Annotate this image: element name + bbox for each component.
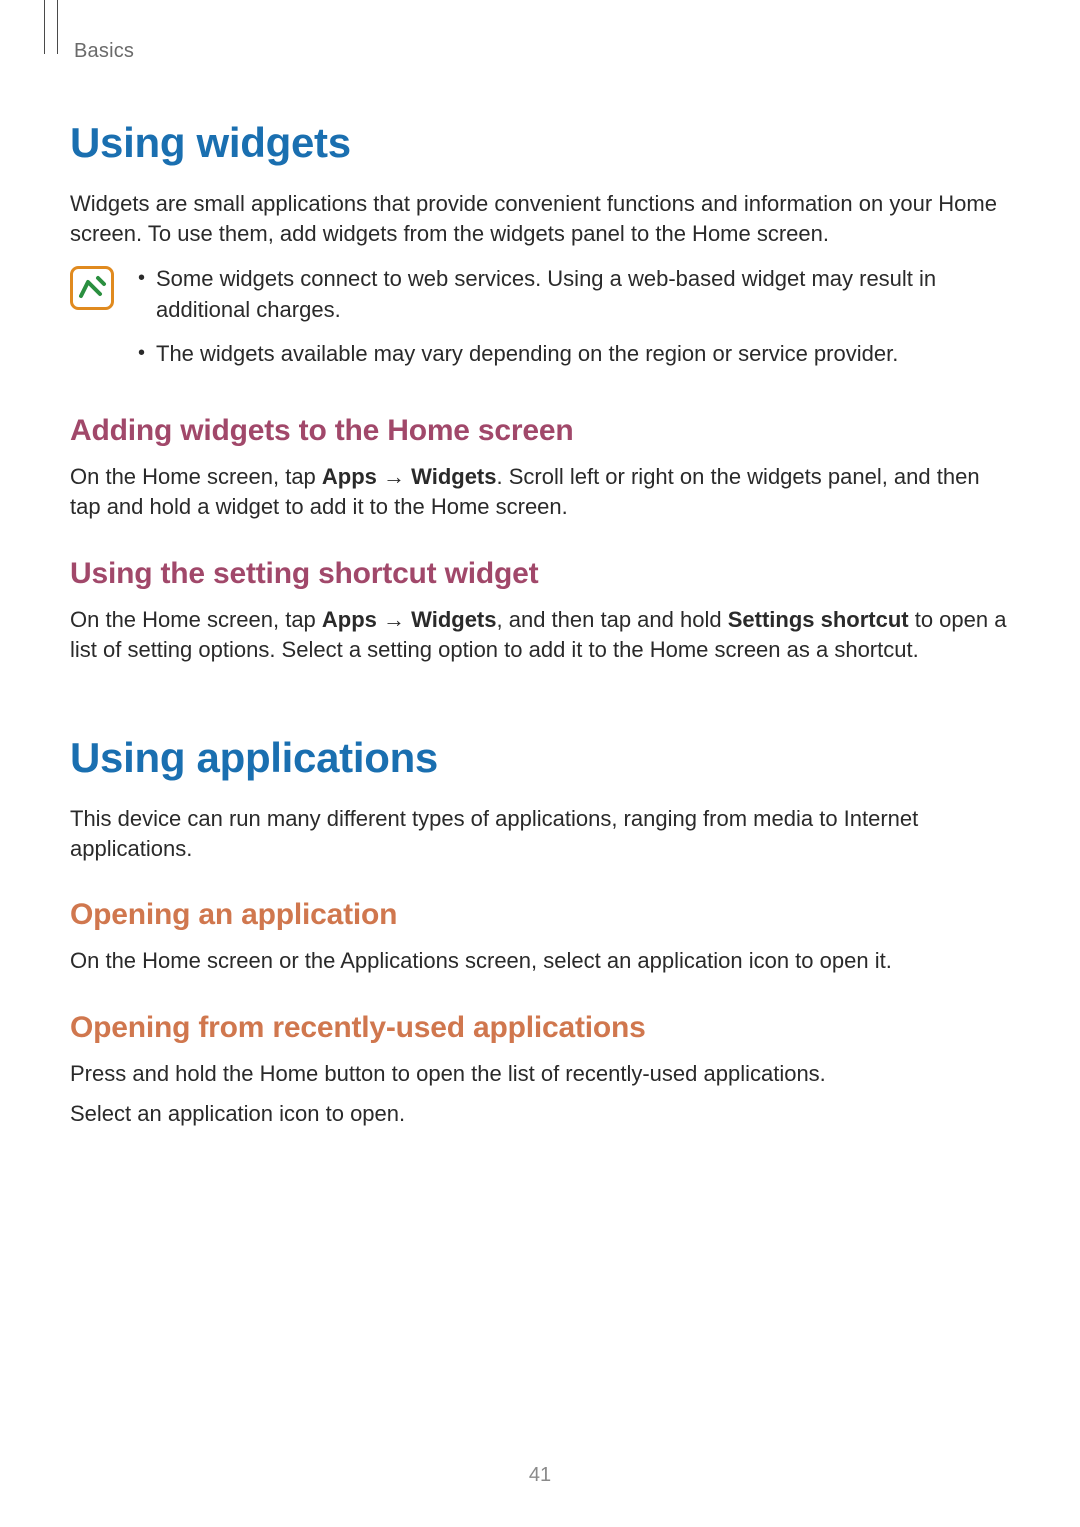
text-bold-settings-shortcut: Settings shortcut	[728, 607, 909, 632]
paragraph-opening-recent-1: Press and hold the Home button to open t…	[70, 1059, 1010, 1089]
paragraph-apps-intro: This device can run many different types…	[70, 804, 1010, 865]
heading-using-applications: Using applications	[70, 734, 1010, 782]
margin-tab-mark	[44, 0, 58, 54]
running-header: Basics	[74, 40, 1010, 63]
paragraph-setting-shortcut: On the Home screen, tap Apps → Widgets, …	[70, 605, 1010, 666]
arrow-icon: →	[377, 464, 411, 489]
heading-opening-application: Opening an application	[70, 898, 1010, 932]
heading-opening-recent: Opening from recently-used applications	[70, 1011, 1010, 1045]
paragraph-opening-application: On the Home screen or the Applications s…	[70, 946, 1010, 976]
arrow-icon: →	[377, 607, 411, 632]
note-item: The widgets available may vary depending…	[134, 339, 1010, 370]
note-block: Some widgets connect to web services. Us…	[70, 264, 1010, 384]
document-page: Basics Using widgets Widgets are small a…	[0, 0, 1080, 1527]
heading-setting-shortcut: Using the setting shortcut widget	[70, 557, 1010, 591]
note-icon	[70, 266, 114, 310]
text-fragment: , and then tap and hold	[497, 607, 728, 632]
text-fragment: On the Home screen, tap	[70, 607, 322, 632]
note-list: Some widgets connect to web services. Us…	[134, 264, 1010, 384]
paragraph-opening-recent-2: Select an application icon to open.	[70, 1099, 1010, 1129]
heading-adding-widgets: Adding widgets to the Home screen	[70, 414, 1010, 448]
page-number: 41	[0, 1464, 1080, 1487]
paragraph-adding-widgets: On the Home screen, tap Apps → Widgets. …	[70, 462, 1010, 523]
heading-using-widgets: Using widgets	[70, 119, 1010, 167]
note-item: Some widgets connect to web services. Us…	[134, 264, 1010, 326]
text-bold-apps: Apps	[322, 607, 377, 632]
text-fragment: On the Home screen, tap	[70, 464, 322, 489]
text-bold-apps: Apps	[322, 464, 377, 489]
text-bold-widgets: Widgets	[411, 464, 496, 489]
paragraph-widgets-intro: Widgets are small applications that prov…	[70, 189, 1010, 250]
text-bold-widgets: Widgets	[411, 607, 496, 632]
